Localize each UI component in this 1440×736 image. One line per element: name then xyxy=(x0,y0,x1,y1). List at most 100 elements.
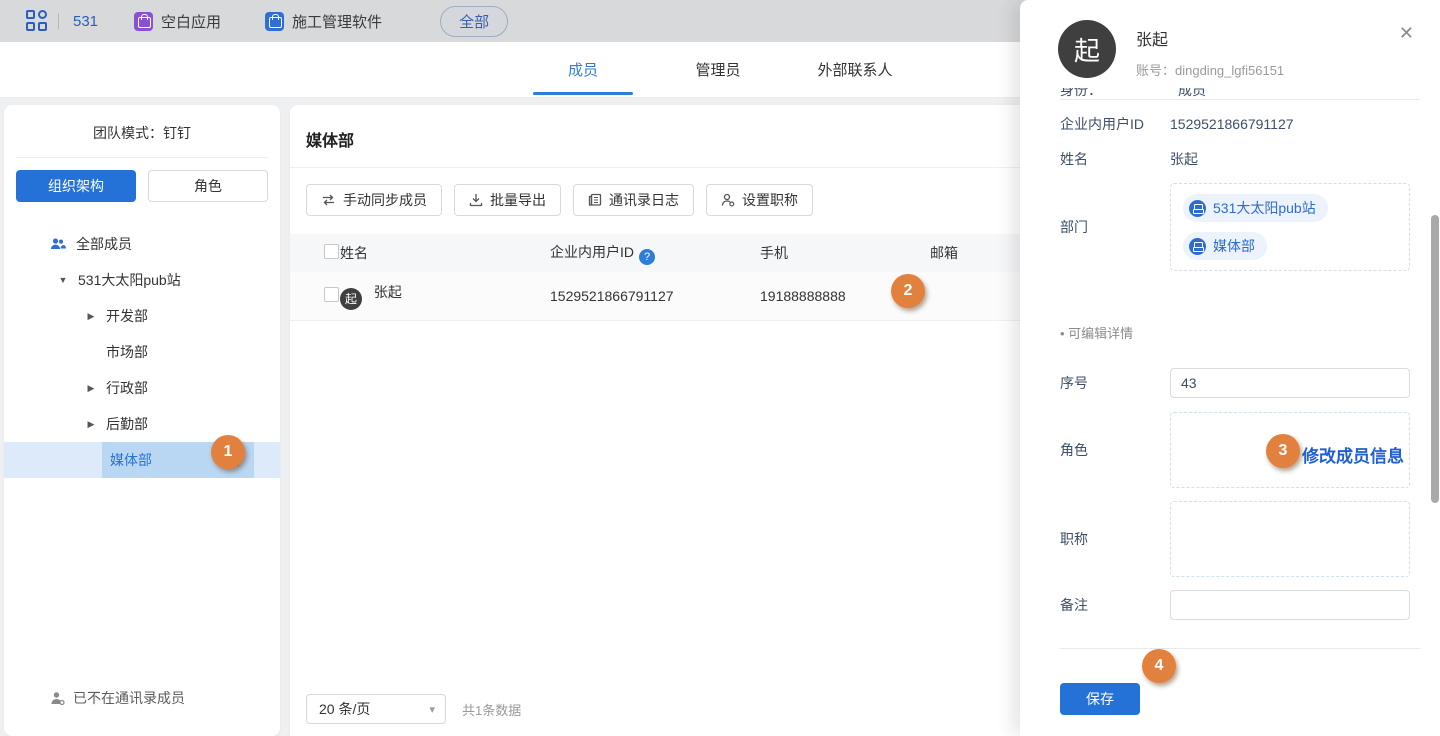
set-title-button[interactable]: 设置职称 xyxy=(706,184,813,216)
scroll-clipped-row: 身份： 成员 xyxy=(1060,88,1412,99)
field-title: 职称 xyxy=(1020,501,1440,577)
clipped-label: 身份： xyxy=(1060,88,1102,99)
batch-export-label: 批量导出 xyxy=(490,190,546,210)
column-name: 姓名 xyxy=(340,234,550,272)
page-size-value: 20 条/页 xyxy=(319,699,370,719)
row-checkbox[interactable] xyxy=(324,287,339,302)
topbar-divider xyxy=(58,13,59,29)
left-org-members-link[interactable]: 已不在通讯录成员 xyxy=(4,688,280,708)
tab-external-contacts[interactable]: 外部联系人 xyxy=(805,42,905,97)
caret-right-icon[interactable]: ▶ xyxy=(84,383,98,394)
document-icon xyxy=(588,193,602,207)
topbar-app-blank[interactable]: 空白应用 xyxy=(134,11,221,32)
field-value: 1529521866791127 xyxy=(1170,116,1294,132)
org-sidebar: 团队模式：钉钉 组织架构 角色 全部成员 ▼ 531大太阳pub站 ▶ 开发部 … xyxy=(4,105,280,736)
department-tag[interactable]: 531大太阳pub站 xyxy=(1183,194,1328,222)
org-structure-button[interactable]: 组织架构 xyxy=(16,170,136,202)
tree-item-logistics[interactable]: ▶ 后勤部 xyxy=(4,406,280,442)
sync-icon xyxy=(321,194,336,206)
field-label: 备注 xyxy=(1060,595,1170,615)
detail-avatar: 起 xyxy=(1058,20,1116,78)
detail-name: 张起 xyxy=(1136,22,1440,50)
filter-all-pill[interactable]: 全部 xyxy=(440,6,508,37)
member-detail-panel: 起 张起 账号：dingding_lgfi56151 ✕ 身份： 成员 企业内用… xyxy=(1020,0,1440,736)
field-label: 姓名 xyxy=(1060,149,1170,169)
tree-item-label: 媒体部 xyxy=(110,450,152,470)
tree-item-all-members[interactable]: 全部成员 xyxy=(4,226,280,262)
construction-app-icon xyxy=(265,12,284,31)
tree-item-label: 531大太阳pub站 xyxy=(78,270,181,290)
clipped-value: 成员 xyxy=(1178,88,1206,99)
caret-right-icon[interactable]: ▶ xyxy=(84,311,98,322)
field-remark: 备注 xyxy=(1020,590,1440,620)
field-name: 姓名 张起 xyxy=(1020,149,1440,169)
field-label: 职称 xyxy=(1060,529,1170,549)
page-size-select[interactable]: 20 条/页 ▾ xyxy=(306,694,446,724)
tree-item-label: 后勤部 xyxy=(106,414,148,434)
serial-input[interactable] xyxy=(1170,368,1410,398)
row-avatar: 起 xyxy=(340,288,362,310)
person-leave-icon xyxy=(50,691,65,706)
step-badge-3: 3 xyxy=(1266,434,1300,468)
tab-members[interactable]: 成员 xyxy=(533,42,633,97)
department-tag[interactable]: 媒体部 xyxy=(1183,232,1267,260)
column-phone: 手机 xyxy=(760,234,930,272)
detail-divider xyxy=(1060,99,1420,100)
contact-log-button[interactable]: 通讯录日志 xyxy=(573,184,694,216)
help-icon[interactable]: ? xyxy=(639,249,655,265)
field-label: 企业内用户ID xyxy=(1060,114,1170,134)
topbar-app-construction[interactable]: 施工管理软件 xyxy=(265,11,382,32)
manual-sync-button[interactable]: 手动同步成员 xyxy=(306,184,442,216)
topbar-app-id[interactable]: 531 xyxy=(73,13,98,30)
step-badge-2: 2 xyxy=(891,274,925,308)
field-value: 张起 xyxy=(1170,149,1198,169)
batch-export-button[interactable]: 批量导出 xyxy=(454,184,561,216)
tab-admins[interactable]: 管理员 xyxy=(668,42,768,97)
department-tag-label: 531大太阳pub站 xyxy=(1213,198,1316,218)
tree-item-org-root[interactable]: ▼ 531大太阳pub站 xyxy=(4,262,280,298)
blank-app-label: 空白应用 xyxy=(161,11,221,32)
panel-scrollbar[interactable] xyxy=(1431,215,1439,503)
team-mode-label: 团队模式：钉钉 xyxy=(4,105,280,157)
field-label: 部门 xyxy=(1060,217,1170,237)
org-icon xyxy=(1189,200,1206,217)
caret-right-icon[interactable]: ▶ xyxy=(84,419,98,430)
contact-log-label: 通讯录日志 xyxy=(609,190,679,210)
apps-grid-icon[interactable] xyxy=(26,10,48,32)
tree-item-label: 开发部 xyxy=(106,306,148,326)
detail-account: 账号：dingding_lgfi56151 xyxy=(1136,60,1440,79)
footer-divider xyxy=(1060,648,1420,649)
close-icon[interactable]: ✕ xyxy=(1399,24,1414,42)
tree-item-market[interactable]: 市场部 xyxy=(4,334,280,370)
blank-app-icon xyxy=(134,12,153,31)
org-icon xyxy=(1189,238,1206,255)
job-title-box[interactable] xyxy=(1170,501,1410,577)
group-icon xyxy=(50,237,66,251)
tree-item-admin-dept[interactable]: ▶ 行政部 xyxy=(4,370,280,406)
editable-section-title: 可编辑详情 xyxy=(1020,323,1440,342)
left-org-members-label: 已不在通讯录成员 xyxy=(73,688,185,708)
member-name: 张起 xyxy=(374,284,402,300)
total-count-label: 共1条数据 xyxy=(462,700,521,719)
detail-header: 起 张起 账号：dingding_lgfi56151 ✕ xyxy=(1020,0,1440,88)
page-root: 531 空白应用 施工管理软件 全部 成员 管理员 外部联系人 团队模式：钉钉 … xyxy=(0,0,1440,736)
pagination: 20 条/页 ▾ 共1条数据 xyxy=(306,694,521,724)
role-button[interactable]: 角色 xyxy=(148,170,268,202)
save-button[interactable]: 保存 xyxy=(1060,683,1140,715)
manual-sync-label: 手动同步成员 xyxy=(343,190,427,210)
tree-item-label: 市场部 xyxy=(106,342,148,362)
select-all-checkbox[interactable] xyxy=(324,244,339,259)
step-3-annotation-text: 修改成员信息 xyxy=(1302,442,1404,467)
department-tag-label: 媒体部 xyxy=(1213,236,1255,256)
field-user-id: 企业内用户ID 1529521866791127 xyxy=(1020,114,1440,134)
remark-input[interactable] xyxy=(1170,590,1410,620)
field-label: 角色 xyxy=(1060,440,1170,460)
person-gear-icon xyxy=(721,193,735,207)
column-user-id: 企业内用户ID? xyxy=(550,234,760,272)
member-user-id: 1529521866791127 xyxy=(550,272,760,320)
caret-down-icon[interactable]: ▼ xyxy=(56,275,70,285)
download-icon xyxy=(469,193,483,207)
construction-app-label: 施工管理软件 xyxy=(292,11,382,32)
set-title-label: 设置职称 xyxy=(742,190,798,210)
tree-item-dev[interactable]: ▶ 开发部 xyxy=(4,298,280,334)
